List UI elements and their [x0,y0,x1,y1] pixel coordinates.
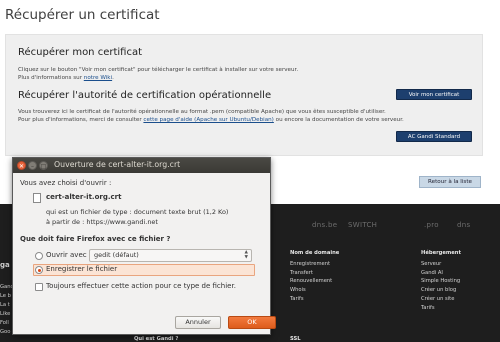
dialog-source: à partir de : https://www.gandi.net [46,218,158,226]
spin-arrows-icon: ▲ ▼ [244,250,248,260]
footer-heading-who: Qui est Gandi ? [134,336,179,342]
dialog-title: Ouverture de cert-alter-it.org.crt [54,160,181,169]
footer-heading-ssl: SSL [290,336,301,342]
save-file-radio[interactable] [35,266,43,274]
always-do-label[interactable]: Toujours effectuer cette action pour ce … [46,282,236,290]
open-with-label[interactable]: Ouvrir avec [46,251,87,259]
close-icon[interactable]: ✕ [17,161,26,170]
open-file-dialog: ✕ – □ Ouverture de cert-alter-it.org.crt… [12,157,276,335]
footer-left-item[interactable]: Like [0,311,10,317]
dialog-titlebar[interactable]: ✕ – □ Ouverture de cert-alter-it.org.crt [13,158,270,173]
section-heading-ca: Récupérer l'autorité de certification op… [18,90,272,101]
cancel-button[interactable]: Annuler [175,316,221,329]
application-select[interactable]: gedit (défaut) ▲ ▼ [89,249,252,262]
dialog-filename: cert-alter-it.org.crt [46,193,122,201]
footer-col-heading: Nom de domaine [290,250,340,256]
footer-link[interactable]: Renouvellement [290,277,339,286]
footer-left-item[interactable]: La t [0,302,10,308]
footer-left-item[interactable]: Foll [0,320,9,326]
footer-link[interactable]: Créer un site [421,295,461,304]
maximize-icon[interactable]: □ [39,161,48,170]
text-file-icon [33,193,41,203]
footer-link[interactable]: Gandi AI [421,269,461,278]
view-certificate-button[interactable]: Voir mon certificat [396,89,472,100]
minimize-icon[interactable]: – [28,161,37,170]
section2-description: Vous trouverez ici le certificat de l'au… [18,109,386,115]
footer-link[interactable]: Serveur [421,260,461,269]
certificate-panel: Récupérer mon certificat Cliquez sur le … [5,34,483,156]
footer-link[interactable]: Whois [290,286,339,295]
application-select-value: gedit (défaut) [94,251,139,259]
dialog-question: Que doit faire Firefox avec ce fichier ? [20,235,171,243]
logo-switch: SWITCH [348,221,378,229]
footer-link[interactable]: Simple Hosting [421,277,461,286]
dialog-intro: Vous avez choisi d'ouvrir : [20,179,112,187]
footer-link[interactable]: Enregistrement [290,260,339,269]
footer-col-hosting: Hébergement Serveur Gandi AI Simple Host… [421,250,461,312]
help-page-link[interactable]: cette page d'aide (Apache sur Ubuntu/Deb… [143,117,273,123]
save-file-label[interactable]: Enregistrer le fichier [46,265,117,273]
footer-link[interactable]: Tarifs [421,304,461,313]
logo-dns-be: dns.be [312,221,338,229]
logo-dns: dns [457,221,471,229]
footer-left-item[interactable]: Le b [0,293,11,299]
logo-pro: .pro [424,221,439,229]
footer-left-logo: ga [0,261,10,269]
ok-button[interactable]: OK [228,316,276,329]
section1-description: Cliquez sur le bouton "Voir mon certific… [18,67,299,73]
footer-link[interactable]: Transfert [290,269,339,278]
footer-link[interactable]: Tarifs [290,295,339,304]
ca-gandi-standard-button[interactable]: AC Gandi Standard [396,131,472,142]
section1-wiki-line: Plus d'informations sur notre Wiki. [18,75,114,81]
wiki-link[interactable]: notre Wiki [84,75,112,81]
dialog-filetype: qui est un fichier de type : document te… [46,208,229,216]
page-title: Récupérer un certificat [5,7,160,23]
footer-col-heading: Hébergement [421,250,461,256]
back-to-list-button[interactable]: Retour à la liste [419,176,481,188]
footer-left-item[interactable]: Goo [0,329,10,335]
section-heading-my-certificate: Récupérer mon certificat [18,47,143,58]
section2-help-line: Pour plus d'informations, merci de consu… [18,117,404,123]
footer-link[interactable]: Créer un blog [421,286,461,295]
always-do-checkbox[interactable] [35,283,43,291]
footer-col-domain: Nom de domaine Enregistrement Transfert … [290,250,339,304]
open-with-radio[interactable] [35,252,43,260]
